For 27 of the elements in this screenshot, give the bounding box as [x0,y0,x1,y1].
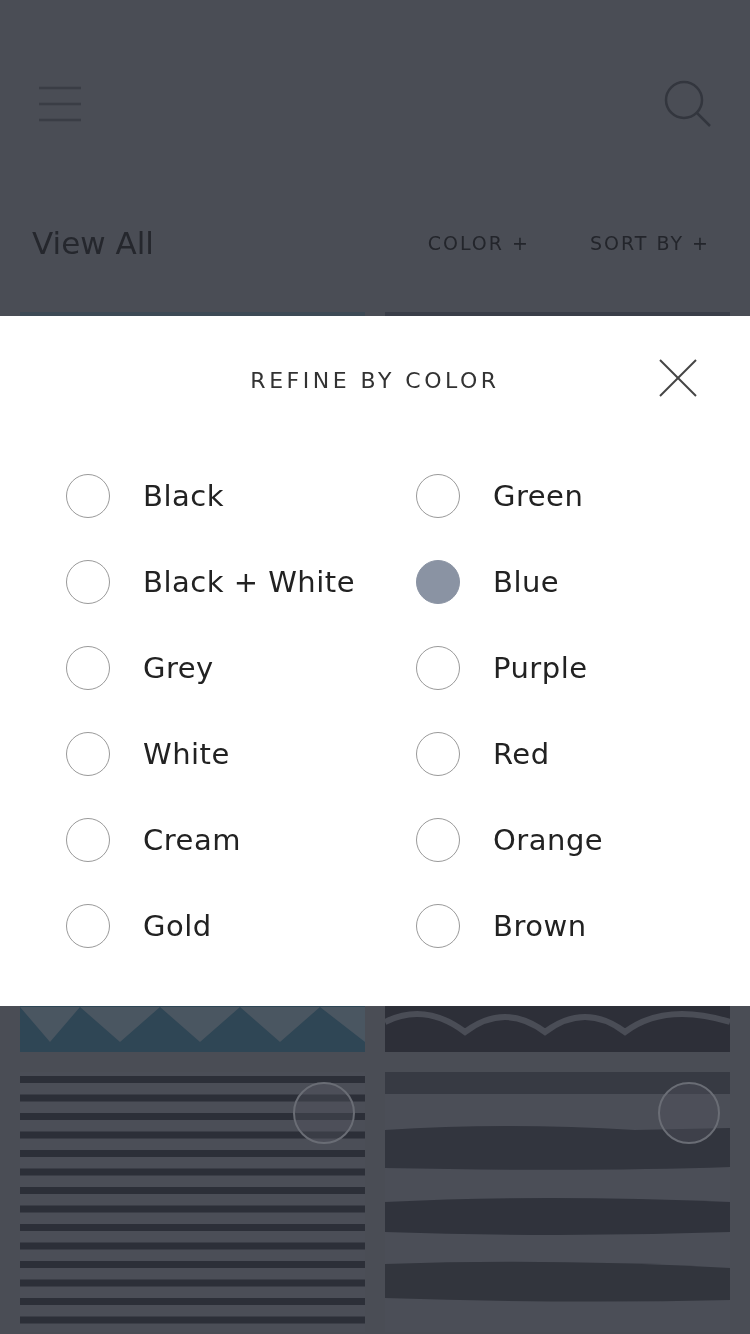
radio-button[interactable] [66,904,110,948]
close-icon[interactable] [658,358,698,398]
color-option[interactable]: White [143,737,230,771]
color-option[interactable]: Green [493,479,584,513]
radio-button[interactable] [416,646,460,690]
radio-button[interactable] [416,904,460,948]
radio-button[interactable] [66,818,110,862]
radio-button[interactable] [66,646,110,690]
color-option[interactable]: Black + White [143,565,356,599]
color-option[interactable]: Orange [493,823,604,857]
dialog-title: REFINE BY COLOR [250,368,500,393]
radio-button[interactable] [416,818,460,862]
radio-button[interactable] [416,474,460,518]
search-icon[interactable] [664,80,712,128]
color-option[interactable]: Gold [143,909,212,943]
color-option[interactable]: Cream [143,823,241,857]
color-option[interactable]: Red [493,737,550,771]
color-option[interactable]: Blue [493,565,560,599]
radio-button[interactable] [416,732,460,776]
color-option[interactable]: Purple [493,651,588,685]
color-option[interactable]: Black [143,479,224,513]
radio-button[interactable] [66,560,110,604]
color-option[interactable]: Grey [143,651,214,685]
radio-button[interactable] [416,560,460,604]
radio-button[interactable] [66,474,110,518]
radio-button[interactable] [66,732,110,776]
color-option[interactable]: Brown [493,909,587,943]
